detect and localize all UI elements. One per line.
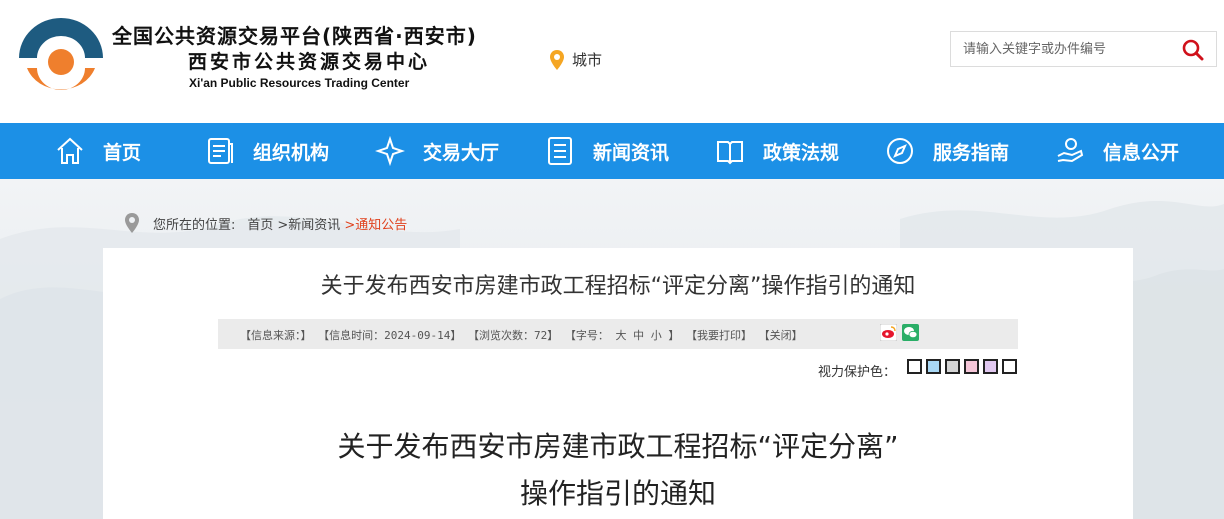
nav-item-service-guide[interactable]: 服务指南 (885, 123, 1009, 179)
home-icon (57, 137, 83, 164)
weibo-share-icon[interactable] (880, 324, 897, 341)
document-icon (208, 138, 233, 164)
article-body-title-line1: 关于发布西安市房建市政工程招标“评定分离” (337, 430, 899, 463)
city-selector[interactable]: 城市 (550, 49, 602, 70)
article-meta-bar: 【信息来源：】 【信息时间：2024-09-14】 【浏览次数：72】 【字号：… (218, 319, 1018, 349)
breadcrumb-prefix: 您所在的位置: (153, 217, 236, 233)
meta-text: 【信息来源：】 【信息时间：2024-09-14】 【浏览次数：72】 【字号：… (240, 327, 803, 343)
nav-item-policy[interactable]: 政策法规 (715, 123, 839, 179)
compass-icon (887, 138, 913, 164)
search-icon[interactable] (1182, 39, 1204, 61)
site-title: 全国公共资源交易平台(陕西省·西安市) (112, 24, 477, 48)
eye-color-pink[interactable] (964, 359, 979, 374)
nav-label-policy: 政策法规 (763, 141, 840, 164)
close-link[interactable]: 【关闭】 (759, 329, 803, 342)
location-pin-icon (550, 49, 564, 70)
article-body-title-line2: 操作指引的通知 (519, 477, 716, 510)
hand-icon (1057, 138, 1084, 163)
breadcrumb: 您所在的位置: 首页 >新闻资讯 >通知公告 (125, 213, 411, 233)
site-header: 全国公共资源交易平台(陕西省·西安市) 西安市公共资源交易中心 Xi'an Pu… (0, 0, 1224, 123)
nav-label-news: 新闻资讯 (593, 141, 670, 164)
breadcrumb-news[interactable]: >新闻资讯 (277, 214, 340, 233)
meta-views: 【浏览次数：72】 (467, 329, 559, 342)
breadcrumb-home[interactable]: 首页 (247, 214, 273, 233)
nav-label-home: 首页 (103, 141, 142, 164)
list-icon (548, 137, 572, 165)
book-icon (717, 141, 743, 165)
meta-source: 【信息来源：】 (240, 329, 312, 342)
meta-font-size-label: 【字号： (564, 329, 609, 342)
nav-item-home[interactable]: 首页 (55, 123, 141, 179)
wechat-share-icon[interactable] (902, 324, 919, 341)
eye-protect-label: 视力保护色： (818, 365, 897, 380)
site-subtitle: 西安市公共资源交易中心 (188, 51, 431, 73)
eye-color-white[interactable] (907, 359, 922, 374)
eye-color-gray[interactable] (945, 359, 960, 374)
nav-item-trading-hall[interactable]: 交易大厅 (375, 123, 499, 179)
nav-label-organization: 组织机构 (253, 141, 330, 164)
nav-item-organization[interactable]: 组织机构 (205, 123, 329, 179)
article-title: 关于发布西安市房建市政工程招标“评定分离”操作指引的通知 (320, 274, 916, 299)
nav-label-disclosure: 信息公开 (1103, 141, 1180, 164)
font-size-small[interactable]: 小 (651, 329, 662, 342)
main-nav: 首页 组织机构 交易大厅 新闻资讯 政策法规 服务指南 信息公开 (0, 123, 1224, 179)
eye-color-purple[interactable] (983, 359, 998, 374)
search-box (950, 31, 1217, 67)
nav-item-news[interactable]: 新闻资讯 (545, 123, 669, 179)
meta-font-size-end: 】 (668, 329, 680, 342)
font-size-large[interactable]: 大 (615, 329, 626, 342)
font-size-medium[interactable]: 中 (633, 329, 644, 342)
meta-time: 【信息时间：2024-09-14】 (318, 329, 462, 342)
eye-color-default[interactable] (1002, 359, 1017, 374)
logo[interactable] (15, 14, 107, 100)
eye-color-blue[interactable] (926, 359, 941, 374)
location-pin-icon (125, 213, 139, 233)
print-link[interactable]: 【我要打印】 (686, 329, 752, 342)
site-title-english: Xi'an Public Resources Trading Center (189, 76, 410, 90)
search-input[interactable] (951, 32, 1171, 66)
nav-label-service-guide: 服务指南 (933, 141, 1010, 164)
nav-item-disclosure[interactable]: 信息公开 (1055, 123, 1179, 179)
breadcrumb-current[interactable]: >通知公告 (344, 214, 407, 233)
nav-label-trading-hall: 交易大厅 (423, 141, 500, 164)
city-label: 城市 (572, 51, 603, 69)
sparkle-icon (375, 136, 405, 166)
